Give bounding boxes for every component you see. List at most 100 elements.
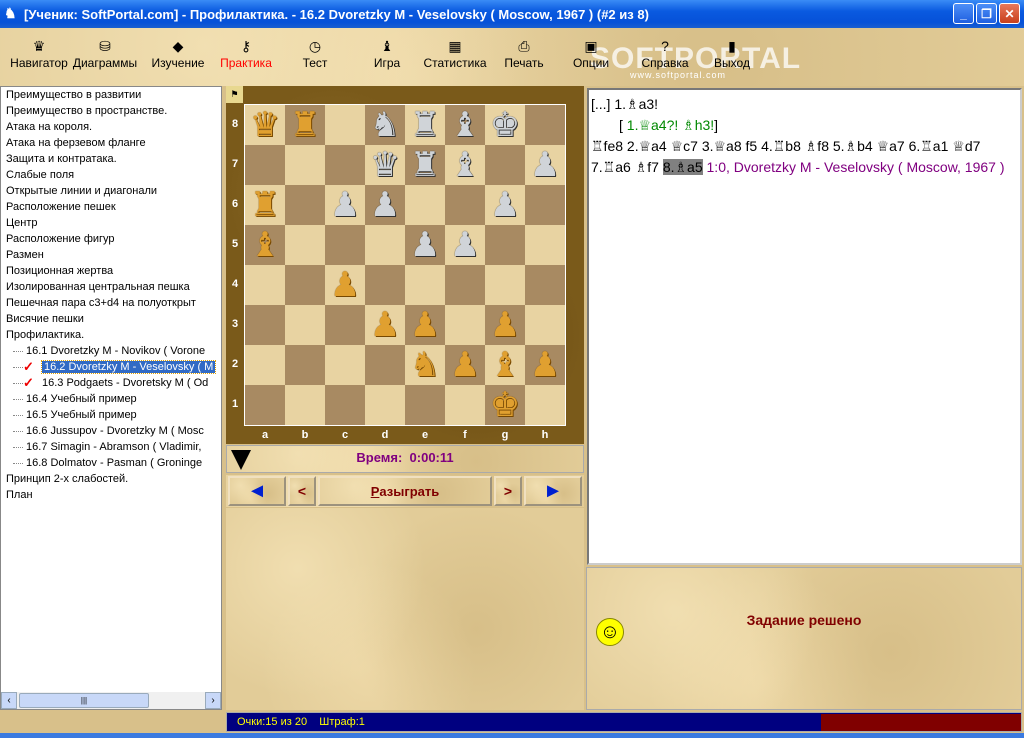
square-h6[interactable] xyxy=(525,185,565,225)
app-icon[interactable]: ♞ xyxy=(4,5,17,22)
square-c7[interactable] xyxy=(325,145,365,185)
square-a5[interactable]: ♝ xyxy=(245,225,285,265)
square-e4[interactable] xyxy=(405,265,445,305)
first-move-button[interactable]: ◄ xyxy=(228,476,286,506)
white-pawn-icon[interactable]: ♟ xyxy=(370,308,400,342)
tree-subitem[interactable]: 16.5 Учебный пример xyxy=(1,407,221,423)
minimize-button[interactable]: _ xyxy=(953,3,974,24)
tree-item[interactable]: Атака на ферзевом фланге xyxy=(1,135,221,151)
black-knight-icon[interactable]: ♞ xyxy=(370,108,400,142)
square-b1[interactable] xyxy=(285,385,325,425)
square-h3[interactable] xyxy=(525,305,565,345)
toolbar-game-button[interactable]: ♝ Игра xyxy=(372,36,402,70)
square-b6[interactable] xyxy=(285,185,325,225)
maximize-button[interactable]: ❐ xyxy=(976,3,997,24)
square-b5[interactable] xyxy=(285,225,325,265)
tree-item[interactable]: Слабые поля xyxy=(1,167,221,183)
scroll-thumb[interactable]: ||| xyxy=(19,693,149,708)
square-a7[interactable] xyxy=(245,145,285,185)
square-f1[interactable] xyxy=(445,385,485,425)
play-button[interactable]: Разыграть xyxy=(318,476,492,506)
square-a6[interactable]: ♜ xyxy=(245,185,285,225)
square-f3[interactable] xyxy=(445,305,485,345)
black-rook-icon[interactable]: ♜ xyxy=(410,148,440,182)
square-d1[interactable] xyxy=(365,385,405,425)
square-a8[interactable]: ♛ xyxy=(245,105,285,145)
toolbar-help-button[interactable]: ? Справка xyxy=(640,36,690,70)
tree-item[interactable]: Позиционная жертва xyxy=(1,263,221,279)
prev-move-button[interactable]: < xyxy=(288,476,316,506)
tree-item[interactable]: Открытые линии и диагонали xyxy=(1,183,221,199)
black-king-icon[interactable]: ♚ xyxy=(490,108,520,142)
square-a2[interactable] xyxy=(245,345,285,385)
tree-item[interactable]: Принцип 2-х слабостей. xyxy=(1,471,221,487)
square-c8[interactable] xyxy=(325,105,365,145)
tree-item[interactable]: Изолированная центральная пешка xyxy=(1,279,221,295)
white-knight-icon[interactable]: ♞ xyxy=(410,348,440,382)
tree-subitem[interactable]: ✓ 16.3 Podgaets - Dvoretsky M ( Od xyxy=(1,375,221,391)
tree-item[interactable]: Преимущество в пространстве. xyxy=(1,103,221,119)
square-e3[interactable]: ♟ xyxy=(405,305,445,345)
chess-board[interactable]: ♛ ♜ ♞ ♜ ♝ ♚ ♛ ♜ ♝ ♟ ♜ ♟ ♟ ♟ ♝ ♟ ♟ ♟ ♟ ♟ ♟ ♞ ♟ ♝ ♟ ♚ xyxy=(244,104,566,426)
white-queen-icon[interactable]: ♛ xyxy=(250,108,280,142)
tree-subitem[interactable]: ✓ 16.2 Dvoretzky M - Veselovsky ( M xyxy=(1,359,221,375)
toolbar-navigator-button[interactable]: ♛ Навигатор xyxy=(8,36,70,70)
square-f2[interactable]: ♟ xyxy=(445,345,485,385)
square-f8[interactable]: ♝ xyxy=(445,105,485,145)
square-e7[interactable]: ♜ xyxy=(405,145,445,185)
scroll-left-icon[interactable]: ‹ xyxy=(1,692,17,709)
square-b3[interactable] xyxy=(285,305,325,345)
square-a4[interactable] xyxy=(245,265,285,305)
square-e5[interactable]: ♟ xyxy=(405,225,445,265)
toolbar-test-button[interactable]: ◷ Тест xyxy=(300,36,330,70)
next-move-button[interactable]: > xyxy=(494,476,522,506)
white-pawn-icon[interactable]: ♟ xyxy=(490,308,520,342)
black-bishop-icon[interactable]: ♝ xyxy=(450,108,480,142)
square-d4[interactable] xyxy=(365,265,405,305)
toolbar-statistics-button[interactable]: ▦ Статистика xyxy=(422,36,488,70)
black-rook-icon[interactable]: ♜ xyxy=(410,108,440,142)
white-king-icon[interactable]: ♚ xyxy=(490,388,520,422)
square-g1[interactable]: ♚ xyxy=(485,385,525,425)
square-g5[interactable] xyxy=(485,225,525,265)
square-c3[interactable] xyxy=(325,305,365,345)
tree-item[interactable]: Защита и контратака. xyxy=(1,151,221,167)
square-d8[interactable]: ♞ xyxy=(365,105,405,145)
square-h8[interactable] xyxy=(525,105,565,145)
white-bishop-icon[interactable]: ♝ xyxy=(250,228,280,262)
black-pawn-icon[interactable]: ♟ xyxy=(450,228,480,262)
tree-item[interactable]: Пешечная пара c3+d4 на полуоткрыт xyxy=(1,295,221,311)
tree-item[interactable]: Центр xyxy=(1,215,221,231)
square-a1[interactable] xyxy=(245,385,285,425)
square-g4[interactable] xyxy=(485,265,525,305)
square-f6[interactable] xyxy=(445,185,485,225)
square-h1[interactable] xyxy=(525,385,565,425)
square-g8[interactable]: ♚ xyxy=(485,105,525,145)
toolbar-exit-button[interactable]: ▮ Выход xyxy=(712,36,752,70)
tree-item[interactable]: План xyxy=(1,487,221,503)
square-g6[interactable]: ♟ xyxy=(485,185,525,225)
square-c6[interactable]: ♟ xyxy=(325,185,365,225)
tree-item[interactable]: Расположение фигур xyxy=(1,231,221,247)
tree-item[interactable]: Преимущество в развитии xyxy=(1,87,221,103)
tree-item[interactable]: Профилактика. xyxy=(1,327,221,343)
square-e2[interactable]: ♞ xyxy=(405,345,445,385)
square-b8[interactable]: ♜ xyxy=(285,105,325,145)
tree-item[interactable]: Размен xyxy=(1,247,221,263)
square-f5[interactable]: ♟ xyxy=(445,225,485,265)
tree-item[interactable]: Висячие пешки xyxy=(1,311,221,327)
square-b4[interactable] xyxy=(285,265,325,305)
black-pawn-icon[interactable]: ♟ xyxy=(410,228,440,262)
variation-moves[interactable]: 1.♕a4?! ♗h3! xyxy=(627,117,714,133)
tree-subitem[interactable]: 16.8 Dolmatov - Pasman ( Groninge xyxy=(1,455,221,471)
scroll-right-icon[interactable]: › xyxy=(205,692,221,709)
square-c2[interactable] xyxy=(325,345,365,385)
white-rook-icon[interactable]: ♜ xyxy=(250,188,280,222)
square-b2[interactable] xyxy=(285,345,325,385)
black-pawn-icon[interactable]: ♟ xyxy=(490,188,520,222)
black-queen-icon[interactable]: ♛ xyxy=(370,148,400,182)
square-d6[interactable]: ♟ xyxy=(365,185,405,225)
square-h4[interactable] xyxy=(525,265,565,305)
tree-subitem[interactable]: 16.4 Учебный пример xyxy=(1,391,221,407)
tree-subitem[interactable]: 16.6 Jussupov - Dvoretzky M ( Mosc xyxy=(1,423,221,439)
